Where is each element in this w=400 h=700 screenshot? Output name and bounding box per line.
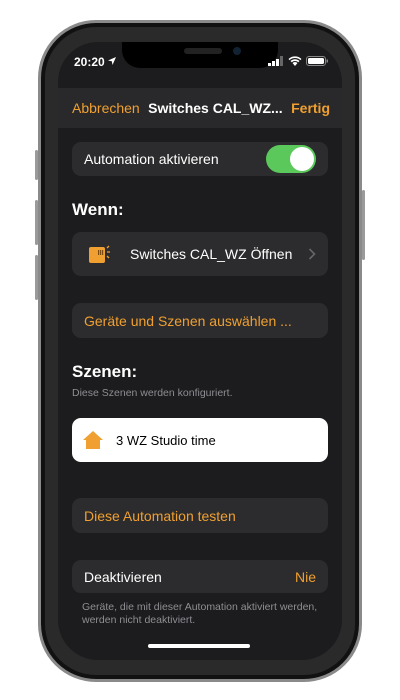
location-arrow-icon	[108, 57, 116, 65]
wifi-icon	[288, 56, 302, 66]
volume-down-button	[35, 255, 38, 300]
status-time: 20:20	[74, 55, 105, 69]
trigger-label: Switches CAL_WZ Öffnen	[130, 246, 293, 262]
test-automation-label: Diese Automation testen	[84, 507, 236, 524]
when-heading: Wenn:	[72, 200, 124, 219]
battery-icon	[306, 56, 328, 66]
done-button[interactable]: Fertig	[291, 100, 330, 116]
camera-icon	[233, 47, 241, 55]
notch	[122, 42, 278, 68]
deactivate-label: Deaktivieren	[84, 568, 162, 585]
select-devices-scenes-button[interactable]: Geräte und Szenen auswählen ...	[72, 303, 328, 338]
navigation-bar: Abbrechen Switches CAL_WZ... Fertig	[58, 88, 342, 128]
deactivate-value: Nie	[294, 568, 316, 585]
select-devices-scenes-label: Geräte und Szenen auswählen ...	[84, 312, 292, 329]
test-automation-button[interactable]: Diese Automation testen	[72, 498, 328, 533]
deactivate-row[interactable]: Deaktivieren Nie	[72, 560, 328, 593]
mute-switch	[35, 150, 38, 180]
switch-accessory-icon	[89, 245, 110, 263]
deactivate-footer: Geräte, die mit dieser Automation aktivi…	[82, 601, 318, 626]
scene-name: 3 WZ Studio time	[116, 432, 216, 448]
trigger-row[interactable]: Switches CAL_WZ Öffnen	[72, 232, 328, 276]
volume-up-button	[35, 200, 38, 245]
enable-automation-row: Automation aktivieren	[72, 142, 328, 176]
side-button	[362, 190, 365, 260]
scenes-heading: Szenen:	[72, 362, 138, 381]
enable-automation-toggle[interactable]	[266, 145, 316, 173]
page-title: Switches CAL_WZ...	[148, 100, 283, 116]
scenes-subtitle: Diese Szenen werden konfiguriert.	[72, 387, 233, 399]
home-indicator[interactable]	[148, 644, 250, 648]
enable-automation-label: Automation aktivieren	[84, 151, 219, 167]
chevron-right-icon	[308, 248, 316, 260]
cancel-button[interactable]: Abbrechen	[72, 100, 140, 116]
home-icon	[83, 431, 103, 449]
cellular-signal-icon	[268, 56, 283, 66]
scene-tile[interactable]: 3 WZ Studio time	[72, 418, 328, 462]
screen: 20:20 Abbrechen Switches CAL_WZ... Ferti…	[58, 42, 342, 660]
